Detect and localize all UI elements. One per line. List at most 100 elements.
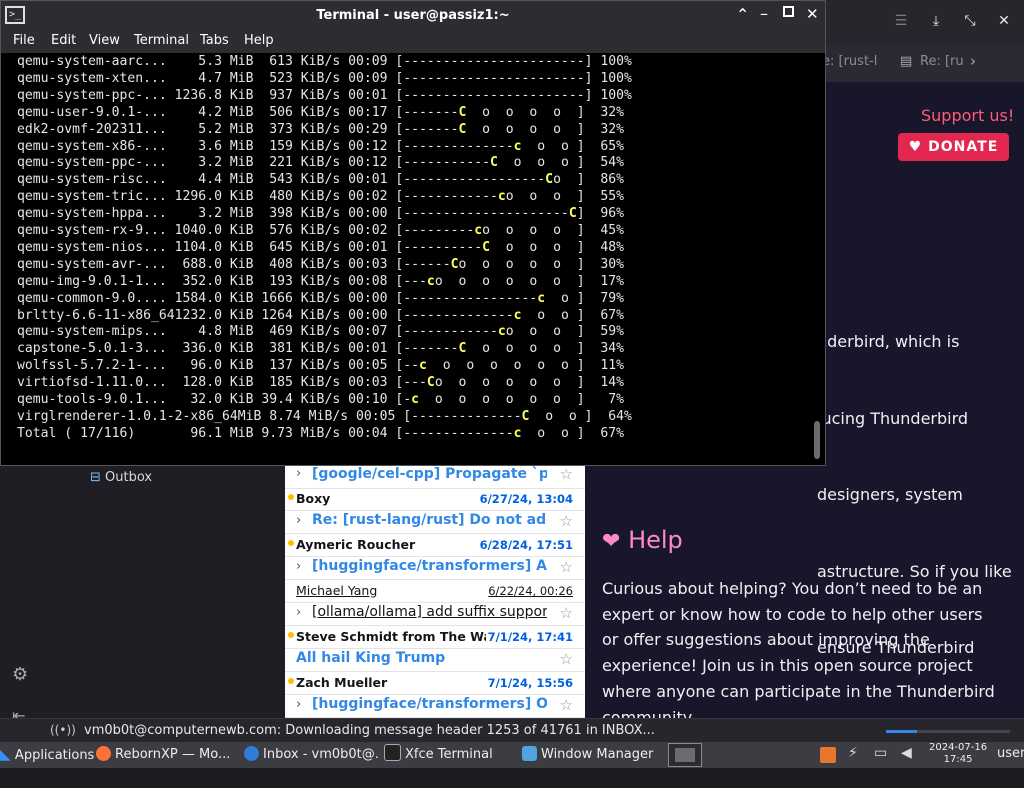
terminal-line: qemu-user-9.0.1-... 4.2 MiB 506 KiB/s 00… [17, 104, 625, 120]
menu-edit[interactable]: Edit [51, 33, 76, 48]
workspace-1[interactable] [675, 748, 695, 762]
list-item[interactable]: Zach Mueller 7/1/24, 15:56 [285, 672, 585, 695]
unread-dot-icon [288, 678, 294, 684]
thunderbird-tab-strip: e: [rust-l ▤ Re: [ru › [822, 44, 1024, 83]
star-icon[interactable]: ☆ [560, 466, 573, 483]
download-progress [886, 730, 1010, 733]
outbox-icon: ⊟ [90, 470, 101, 485]
list-item[interactable]: › [huggingface/transformers] Onl... ☆ [285, 694, 585, 718]
terminal-line: Total ( 17/116) 96.1 MiB 9.73 MiB/s 00:0… [17, 425, 625, 441]
donate-label: DONATE [928, 139, 999, 155]
message-date: 7/1/24, 17:41 [487, 630, 573, 644]
menu-icon[interactable]: ☰ [887, 8, 915, 34]
message-sender: Steve Schmidt from The War... [296, 629, 486, 644]
menu-terminal[interactable]: Terminal [134, 33, 189, 48]
list-item[interactable]: › Re: [rust-lang/rust] Do not add l... ☆ [285, 510, 585, 534]
battery-icon[interactable]: ▭ [874, 745, 887, 761]
message-subject: [huggingface/transformers] Add... [312, 558, 547, 574]
star-icon[interactable]: ☆ [560, 604, 573, 622]
body-line: designers, system [817, 485, 963, 504]
menu-file[interactable]: File [13, 33, 35, 48]
chevron-right-icon[interactable]: › [296, 605, 301, 620]
tab-rust-1[interactable]: e: [rust-l [822, 54, 880, 69]
task-label: Xfce Terminal [405, 747, 493, 762]
status-text: vm0b0t@computernewb.com: Downloading mes… [84, 723, 655, 738]
body-line: lucing Thunderbird [817, 408, 969, 428]
message-sender: Michael Yang [296, 583, 378, 598]
applications-menu[interactable]: ◣ Applications [0, 744, 94, 766]
list-item[interactable]: All hail King Trump ☆ [285, 648, 585, 672]
task-thunderbird[interactable]: Inbox - vm0b0t@... [244, 744, 380, 766]
star-icon[interactable]: ☆ [560, 512, 573, 530]
chevron-right-icon[interactable]: › [296, 559, 301, 574]
terminal-line: qemu-system-aarc... 5.3 MiB 613 KiB/s 00… [17, 54, 632, 69]
list-item[interactable]: Boxy 6/27/24, 13:04 [285, 488, 585, 511]
menu-view[interactable]: View [89, 33, 120, 48]
settings-gear-icon[interactable]: ⚙ [12, 664, 28, 685]
close-icon[interactable]: ✕ [806, 5, 819, 23]
terminal-output[interactable]: qemu-system-aarc... 5.3 MiB 613 KiB/s 00… [5, 54, 813, 464]
workspace-switcher[interactable] [668, 743, 702, 767]
list-item[interactable]: › [ollama/ollama] add suffix support to.… [285, 602, 585, 626]
terminal-line: wolfssl-5.7.2-1-... 96.0 KiB 137 KiB/s 0… [17, 358, 625, 374]
terminal-line: virglrenderer-1.0.1-2-x86_64MiB 8.74 MiB… [17, 408, 632, 424]
list-item[interactable]: › [google/cel-cpp] Propagate `prot... ☆ [285, 466, 585, 489]
progress-fill [886, 730, 917, 733]
message-date: 6/22/24, 00:26 [488, 584, 573, 598]
list-item[interactable]: Aymeric Roucher 6/28/24, 17:51 [285, 534, 585, 557]
terminal-line: qemu-system-ppc-... 1236.8 KiB 937 KiB/s… [17, 87, 632, 103]
envelope-icon: ▤ [900, 54, 913, 69]
terminal-line: virtiofsd-1.11.0... 128.0 KiB 185 KiB/s … [17, 375, 625, 391]
task-window-manager[interactable]: Window Manager [522, 744, 662, 766]
close-icon[interactable]: ✕ [990, 8, 1018, 34]
clock[interactable]: 2024-07-16 17:45 [929, 742, 987, 766]
chevron-up-icon[interactable]: ⌃ [736, 5, 749, 24]
user-label[interactable]: user [997, 746, 1024, 761]
terminal-line: qemu-system-nios... 1104.0 KiB 645 KiB/s… [17, 239, 625, 255]
tab-rust-2[interactable]: Re: [ru [920, 54, 964, 69]
chevron-right-icon[interactable]: › [970, 52, 976, 70]
audio-icon[interactable]: ◀ [901, 745, 912, 761]
list-item[interactable]: Michael Yang 6/22/24, 00:26 [285, 580, 585, 603]
tray-app-icon[interactable] [820, 747, 836, 763]
chevron-right-icon[interactable]: › [296, 466, 301, 481]
terminal-line: capstone-5.0.1-3... 336.0 KiB 381 KiB/s … [17, 341, 625, 357]
star-icon[interactable]: ☆ [560, 696, 573, 714]
help-heading: ❤ Help [602, 526, 683, 554]
body-line: nderbird, which is [817, 332, 960, 351]
terminal-line: qemu-system-rx-9... 1040.0 KiB 576 KiB/s… [17, 223, 625, 238]
window-manager-icon [522, 746, 537, 761]
maximize-icon[interactable] [783, 6, 794, 17]
star-icon[interactable]: ☆ [560, 558, 573, 576]
terminal-scrollbar[interactable] [814, 421, 820, 459]
chevron-right-icon[interactable]: › [296, 697, 301, 712]
donate-button[interactable]: ♥ DONATE [898, 133, 1009, 161]
task-label: RebornXP — Mo... [115, 747, 231, 762]
message-sender: Aymeric Roucher [296, 537, 416, 552]
menu-help[interactable]: Help [244, 33, 274, 48]
terminal-line: qemu-common-9.0.... 1584.0 KiB 1666 KiB/… [17, 290, 625, 306]
list-item[interactable]: › [huggingface/transformers] Add... ☆ [285, 556, 585, 580]
star-icon[interactable]: ☆ [560, 650, 573, 668]
window-title: Terminal - user@passiz1:~ [316, 8, 510, 23]
outbox-label: Outbox [105, 470, 153, 485]
list-item[interactable]: Steve Schmidt from The War... 7/1/24, 17… [285, 626, 585, 649]
message-date: 6/27/24, 13:04 [479, 492, 573, 506]
menu-tabs[interactable]: Tabs [200, 33, 229, 48]
minimize-icon[interactable]: – [760, 4, 768, 23]
task-firefox[interactable]: RebornXP — Mo... [96, 744, 236, 766]
chevron-right-icon[interactable]: › [296, 513, 301, 528]
network-off-icon[interactable]: ⚡ [848, 745, 858, 761]
message-date: 7/1/24, 15:56 [487, 676, 573, 690]
message-subject: [ollama/ollama] add suffix support to... [312, 604, 547, 620]
download-icon[interactable]: ⤓ [922, 8, 950, 34]
folder-outbox[interactable]: ⊟ Outbox [90, 470, 152, 485]
message-subject: All hail King Trump [296, 650, 446, 666]
task-terminal[interactable]: Xfce Terminal [384, 744, 514, 766]
terminal-line: qemu-system-x86-... 3.6 MiB 159 KiB/s 00… [17, 138, 625, 154]
help-text: Curious about helping? You don’t need to… [602, 579, 995, 727]
task-label: Window Manager [541, 747, 654, 762]
restore-icon[interactable]: ⤡ [956, 8, 984, 34]
terminal-titlebar[interactable]: >_ Terminal - user@passiz1:~ ⌃ – ✕ [1, 1, 825, 31]
firefox-icon [96, 746, 111, 761]
